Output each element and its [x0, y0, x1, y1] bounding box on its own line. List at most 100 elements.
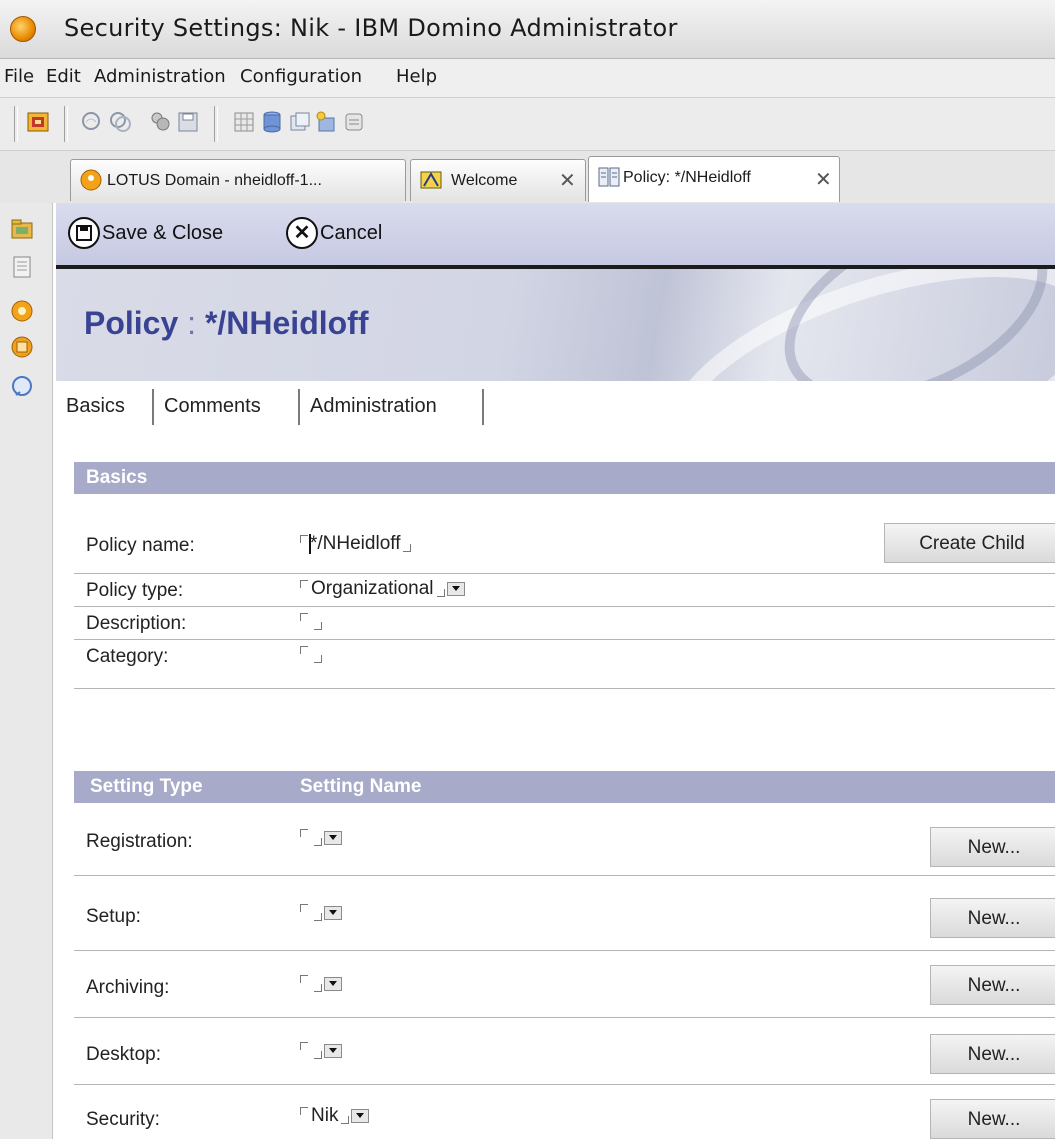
tab-welcome[interactable]: Welcome ✕	[410, 159, 586, 201]
tab-administration[interactable]: Administration	[298, 389, 484, 425]
domino-app-icon[interactable]	[10, 16, 36, 42]
dropdown-arrow-icon[interactable]	[351, 1108, 370, 1123]
menu-file[interactable]: File	[4, 66, 34, 87]
tab-policy[interactable]: Policy: */NHeidloff ✕	[588, 156, 840, 202]
page-title-separator: :	[187, 305, 197, 341]
search-icon[interactable]	[10, 375, 34, 399]
cancel-button[interactable]: ✕ Cancel	[286, 217, 416, 251]
new-button-label: New...	[967, 908, 1021, 929]
document-icon[interactable]	[10, 255, 34, 279]
tab-lotus-domain[interactable]: LOTUS Domain - nheidloff-1...	[70, 159, 406, 201]
setting-label: Security:	[86, 1109, 160, 1130]
description-field[interactable]	[300, 611, 322, 633]
domino-server-icon	[80, 169, 102, 191]
replica-icon[interactable]	[342, 110, 366, 134]
save-icon	[68, 217, 100, 249]
cancel-label: Cancel	[320, 222, 383, 244]
description-label: Description:	[86, 613, 187, 634]
tab-basics-label: Basics	[66, 395, 125, 417]
save-close-button[interactable]: Save & Close	[68, 217, 268, 251]
setting-name-header: Setting Name	[300, 776, 422, 797]
tab-comments[interactable]: Comments	[152, 389, 300, 425]
new-db-icon[interactable]	[314, 110, 338, 134]
dropdown-arrow-icon[interactable]	[446, 581, 465, 596]
policy-name-label: Policy name:	[86, 535, 195, 556]
dropdown-arrow-icon[interactable]	[324, 1043, 342, 1058]
category-field[interactable]	[300, 644, 322, 666]
setting-label: Desktop:	[86, 1044, 161, 1065]
database-icon[interactable]	[260, 110, 284, 134]
setting-row-setup: Setup: New...	[74, 876, 1055, 951]
folder-icon[interactable]	[10, 217, 34, 241]
new-setting-button[interactable]: New...	[930, 898, 1055, 938]
setting-select[interactable]	[300, 973, 342, 995]
new-setting-button[interactable]: New...	[930, 1099, 1055, 1139]
policy-type-field[interactable]: Organizational	[300, 578, 465, 600]
dropdown-arrow-icon[interactable]	[324, 976, 342, 991]
dropdown-arrow-icon[interactable]	[324, 905, 342, 920]
tab-basics[interactable]: Basics	[66, 389, 154, 425]
toolbar-separator	[64, 106, 68, 142]
tab-label: LOTUS Domain - nheidloff-1...	[107, 172, 322, 189]
copy-icon[interactable]	[288, 110, 312, 134]
new-setting-button[interactable]: New...	[930, 1034, 1055, 1074]
window-title: Security Settings: Nik - IBM Domino Admi…	[64, 14, 678, 42]
new-button-label: New...	[967, 837, 1021, 858]
save-close-label: Save & Close	[102, 222, 224, 244]
grid-icon[interactable]	[232, 110, 256, 134]
new-button-label: New...	[967, 1044, 1021, 1065]
welcome-icon	[420, 171, 442, 189]
domino-server-icon[interactable]	[10, 299, 34, 323]
search-icon[interactable]	[80, 110, 104, 134]
policy-name-field[interactable]: */NHeidloff	[300, 533, 412, 555]
policy-name-value: */NHeidloff	[310, 533, 401, 554]
tab-administration-label: Administration	[310, 395, 437, 417]
category-label: Category:	[86, 646, 169, 667]
policy-type-row: Policy type: Organizational	[74, 574, 1055, 607]
dropdown-arrow-icon[interactable]	[324, 830, 342, 845]
search-all-icon[interactable]	[108, 110, 132, 134]
setting-select[interactable]	[300, 1040, 342, 1062]
menu-bar: File Edit Administration Configuration H…	[0, 59, 1055, 98]
bookmark-bar	[0, 203, 53, 1139]
close-icon[interactable]: ✕	[815, 167, 832, 192]
key-icon[interactable]	[26, 110, 50, 134]
setting-select[interactable]	[300, 827, 342, 849]
setting-row-security: Security: Nik New...	[74, 1085, 1055, 1139]
setting-row-desktop: Desktop: New...	[74, 1018, 1055, 1085]
menu-configuration[interactable]: Configuration	[240, 66, 362, 87]
create-child-button[interactable]: Create Child	[884, 523, 1055, 563]
save-icon[interactable]	[176, 110, 200, 134]
new-setting-button[interactable]: New...	[930, 827, 1055, 867]
admin-icon[interactable]	[10, 335, 34, 359]
close-icon[interactable]: ✕	[559, 168, 576, 193]
toolbar-separator	[14, 106, 18, 142]
page-title-label: Policy	[84, 305, 179, 341]
category-row: Category:	[74, 640, 1055, 689]
people-icon[interactable]	[148, 110, 172, 134]
tab-comments-label: Comments	[164, 395, 261, 417]
form-tab-bar: Basics Comments Administration	[56, 381, 1055, 431]
setting-value: Nik	[311, 1105, 339, 1126]
policy-name-row: Policy name: */NHeidloff Create Child	[74, 513, 1055, 574]
action-bar: Save & Close ✕ Cancel	[56, 203, 1055, 269]
new-setting-button[interactable]: New...	[930, 965, 1055, 1005]
basics-heading: Basics	[86, 467, 148, 488]
document-area: Save & Close ✕ Cancel Policy : */NHeidlo…	[56, 203, 1055, 1139]
settings-section-header: Setting Type Setting Name	[74, 771, 1055, 803]
new-button-label: New...	[967, 975, 1021, 996]
window-tab-strip: LOTUS Domain - nheidloff-1... Welcome ✕ …	[0, 151, 1055, 203]
menu-administration[interactable]: Administration	[94, 66, 226, 87]
page-title: Policy : */NHeidloff	[84, 305, 368, 342]
menu-edit[interactable]: Edit	[46, 66, 81, 87]
toolbar	[0, 98, 1055, 151]
setting-select[interactable]: Nik	[300, 1105, 370, 1127]
new-button-label: New...	[967, 1109, 1021, 1130]
policy-type-value: Organizational	[311, 578, 434, 599]
menu-help[interactable]: Help	[396, 66, 437, 87]
setting-select[interactable]	[300, 902, 342, 924]
window-titlebar: Security Settings: Nik - IBM Domino Admi…	[0, 0, 1055, 59]
tab-label: Welcome	[451, 172, 518, 189]
setting-label: Archiving:	[86, 977, 170, 998]
policy-doc-icon	[598, 167, 620, 187]
